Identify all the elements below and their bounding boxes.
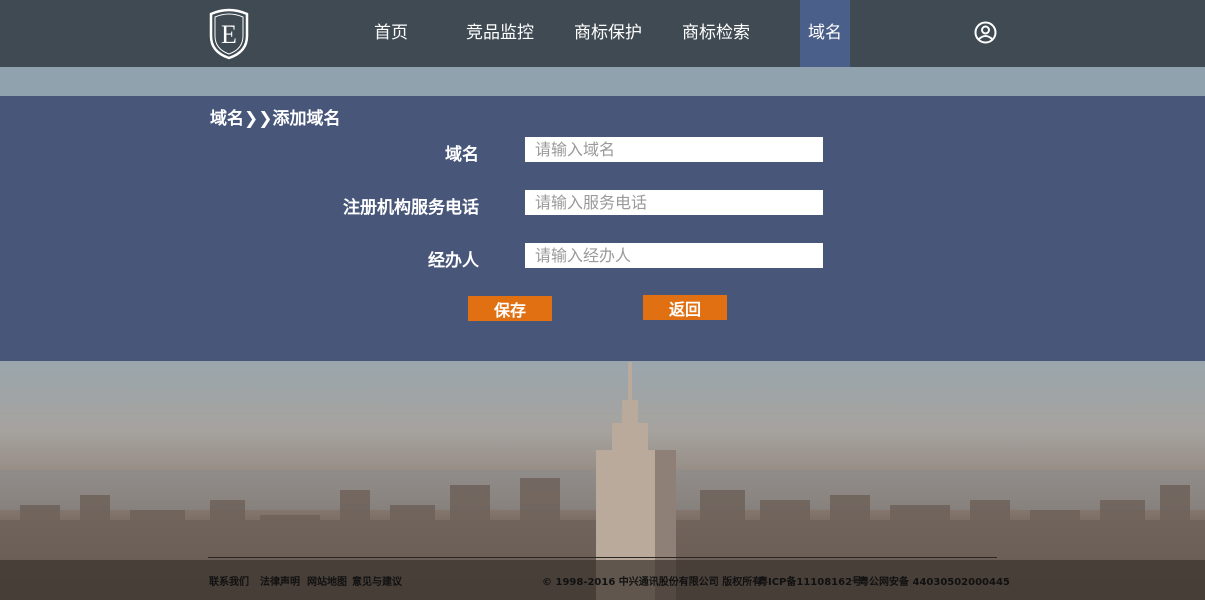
domain-input[interactable]	[525, 137, 823, 162]
back-button[interactable]: 返回	[643, 295, 727, 320]
save-button[interactable]: 保存	[468, 296, 552, 321]
footer-link-sitemap[interactable]: 网站地图	[307, 573, 347, 588]
user-account-icon[interactable]	[974, 21, 997, 44]
footer-police-record: 粤公网安备 44030502000445	[859, 577, 1010, 588]
footer-link-legal[interactable]: 法律声明	[260, 573, 300, 588]
nav-domain[interactable]: 域名	[800, 0, 850, 67]
footer-divider	[208, 557, 997, 558]
top-nav-bar: E 首页 竞品监控 商标保护 商标检索 域名	[0, 0, 1205, 67]
shield-logo-icon[interactable]: E	[208, 6, 250, 60]
domain-label: 域名	[445, 145, 479, 165]
footer-icp: 粤ICP备11108162号	[758, 577, 863, 588]
footer-link-contact[interactable]: 联系我们	[209, 573, 249, 588]
nav-trademark-protection[interactable]: 商标保护	[567, 0, 649, 67]
footer-link-feedback[interactable]: 意见与建议	[352, 573, 402, 588]
registrar-phone-input[interactable]	[525, 190, 823, 215]
logo-letter: E	[221, 20, 237, 49]
nav-competitor-monitoring[interactable]: 竞品监控	[459, 0, 541, 67]
handler-input[interactable]	[525, 243, 823, 268]
nav-home[interactable]: 首页	[355, 0, 427, 67]
add-domain-panel: 域名❯❯添加域名 域名 注册机构服务电话 经办人 保存 返回	[0, 96, 1205, 361]
footer-copyright: © 1998-2016 中兴通讯股份有限公司 版权所有	[542, 577, 763, 588]
nav-trademark-search[interactable]: 商标检索	[675, 0, 757, 67]
handler-label: 经办人	[428, 251, 479, 271]
breadcrumb: 域名❯❯添加域名	[210, 109, 341, 129]
registrar-phone-label: 注册机构服务电话	[343, 198, 479, 218]
